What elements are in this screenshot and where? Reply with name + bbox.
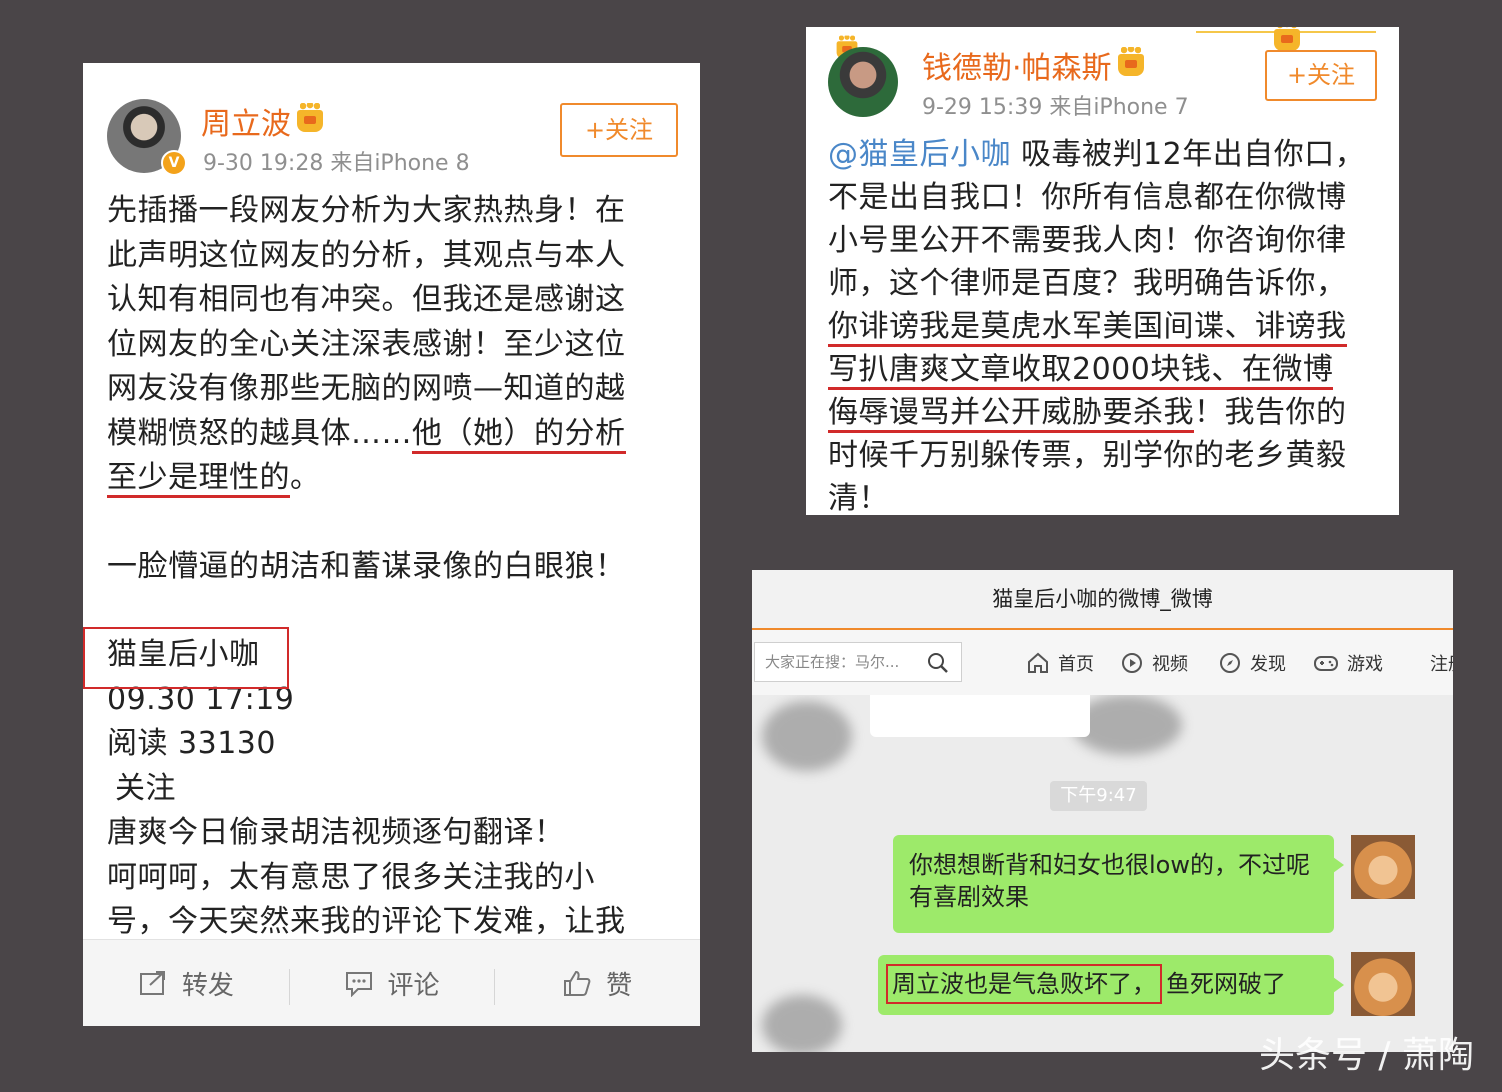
mention-link[interactable]: @猫皇后小咖 xyxy=(828,137,1011,172)
incoming-bubble xyxy=(870,695,1090,737)
body-line: 认知有相同也有冲突。但我还是感谢这 xyxy=(107,282,626,317)
author-name[interactable]: 钱德勒·帕森斯 xyxy=(922,43,1144,87)
action-bar: 转发 评论 赞 xyxy=(83,939,700,1026)
follow-button[interactable]: +关注 xyxy=(1265,50,1377,101)
body-line: 号，今天突然来我的评论下发难，让我 xyxy=(107,904,626,939)
nav-register[interactable]: 注册 xyxy=(1430,650,1453,676)
search-placeholder: 大家正在搜：马尔... xyxy=(765,653,900,671)
body-line: 位网友的全心关注深表感谢！至少这位 xyxy=(107,326,626,362)
body-line: 清！ xyxy=(828,481,889,515)
like-label: 赞 xyxy=(606,970,633,1001)
user-avatar[interactable] xyxy=(1351,952,1415,1016)
left-weibo-post: V 周立波 9-30 19:28 来自iPhone 8 +关注 先插播一段网友分… xyxy=(83,63,700,1026)
repost-icon xyxy=(139,971,165,995)
message-text: 鱼死网破了 xyxy=(1166,970,1286,998)
body-line: 先插播一段网友分析为大家热热身！在 xyxy=(107,193,626,228)
home-icon xyxy=(1028,652,1048,673)
user-avatar[interactable] xyxy=(1351,835,1415,899)
body-line: 唐爽今日偷录胡洁视频逐句翻译！ xyxy=(107,815,565,850)
window-title: 猫皇后小咖的微博_微博 xyxy=(752,570,1453,630)
author-name-text[interactable]: 钱德勒·帕森斯 xyxy=(922,51,1112,86)
blurred-avatar xyxy=(762,701,852,771)
message-text: 周立波也是气急败坏了， xyxy=(886,964,1162,1004)
video-icon xyxy=(1122,653,1142,673)
search-icon[interactable] xyxy=(927,652,949,674)
comment-icon xyxy=(345,972,372,997)
post-body: @猫皇后小咖 吸毒被判12年出自你口， 不是出自我口！你所有信息都在你微博 小号… xyxy=(828,133,1388,515)
quoted-follow[interactable]: 关注 xyxy=(107,767,687,812)
post-meta: 9-30 19:28 来自iPhone 8 xyxy=(203,151,470,176)
time-chip: 下午9:47 xyxy=(1050,781,1147,811)
nav-discover-label: 发现 xyxy=(1250,654,1286,675)
repost-button[interactable]: 转发 xyxy=(83,965,289,1002)
body-text: 吸毒被判12年出自你口， xyxy=(1011,137,1366,172)
chat-screenshot: 猫皇后小咖的微博_微博 大家正在搜：马尔... 首页 视频 发现 游戏 注册 下… xyxy=(752,570,1453,1052)
nav-games-label: 游戏 xyxy=(1347,654,1383,675)
body-line: 一脸懵逼的胡洁和蓄谋录像的白眼狼！ xyxy=(107,548,626,584)
body-line: 时候千万别躲传票，别学你的老乡黄毅 xyxy=(828,438,1347,473)
body-line: 侮辱谩骂并公开威胁要杀我！我告你的 xyxy=(828,391,1388,434)
chat-area: 下午9:47 你想想断背和妇女也很low的，不过呢有喜剧效果 周立波也是气急败坏… xyxy=(752,695,1453,1052)
quoted-reads: 阅读 33130 xyxy=(107,726,276,761)
body-line: 呵呵呵，太有意思了很多关注我的小 xyxy=(107,859,595,895)
underlined-text: 他（她）的分析 xyxy=(412,415,626,454)
crown-icon xyxy=(1117,47,1144,76)
comment-label: 评论 xyxy=(387,970,440,1001)
author-name-text[interactable]: 周立波 xyxy=(201,107,291,142)
author-name[interactable]: 周立波 xyxy=(201,99,323,143)
right-weibo-post: 钱德勒·帕森斯 9-29 15:39 来自iPhone 7 +关注 @猫皇后小咖… xyxy=(806,27,1399,515)
search-input[interactable]: 大家正在搜：马尔... xyxy=(754,642,962,682)
nav-video[interactable]: 视频 xyxy=(1120,650,1188,676)
message-text: 你想想断背和妇女也很low的，不过呢有喜剧效果 xyxy=(909,851,1310,911)
watermark: 头条号 / 萧陶 xyxy=(1258,1035,1474,1076)
message-bubble: 周立波也是气急败坏了， 鱼死网破了 xyxy=(878,955,1344,1015)
body-text: 。 xyxy=(290,460,321,495)
verified-badge: V xyxy=(161,150,187,176)
thumbs-up-icon xyxy=(564,970,591,996)
body-text: 模糊愤怒的越具体…… xyxy=(107,415,412,451)
weibo-navbar: 大家正在搜：马尔... 首页 视频 发现 游戏 注册 xyxy=(752,630,1453,695)
body-line: 写扒唐爽文章收取2000块钱、在微博 xyxy=(828,348,1388,391)
nav-home-label: 首页 xyxy=(1058,654,1094,675)
follow-button[interactable]: +关注 xyxy=(560,103,678,157)
nav-home[interactable]: 首页 xyxy=(1026,650,1094,676)
underlined-text: 至少是理性的 xyxy=(107,460,290,498)
post-meta: 9-29 15:39 来自iPhone 7 xyxy=(922,95,1189,120)
body-text: ！我告你的 xyxy=(1194,395,1347,430)
author-avatar[interactable] xyxy=(828,47,898,117)
highlight-box xyxy=(83,627,289,689)
body-line: 你诽谤我是莫虎水军美国间谍、诽谤我 xyxy=(828,305,1388,348)
body-line: 模糊愤怒的越具体……他（她）的分析 xyxy=(107,412,687,457)
body-line: 不是出自我口！你所有信息都在你微博 xyxy=(828,180,1347,215)
like-button[interactable]: 赞 xyxy=(494,965,700,1005)
body-line: @猫皇后小咖 吸毒被判12年出自你口， xyxy=(828,133,1388,176)
comment-button[interactable]: 评论 xyxy=(288,965,495,1005)
gamepad-icon xyxy=(1314,656,1338,671)
message-bubble: 你想想断背和妇女也很low的，不过呢有喜剧效果 xyxy=(893,835,1344,933)
nav-games[interactable]: 游戏 xyxy=(1313,650,1383,676)
body-line: 至少是理性的。 xyxy=(107,456,687,501)
nav-video-label: 视频 xyxy=(1152,654,1188,675)
nav-discover[interactable]: 发现 xyxy=(1218,650,1286,676)
body-line: 师，这个律师是百度？我明确告诉你， xyxy=(828,266,1347,301)
underlined-text: 侮辱谩骂并公开威胁要杀我 xyxy=(828,395,1194,433)
body-line: 小号里公开不需要我人肉！你咨询你律 xyxy=(828,223,1347,258)
body-line: 网友没有像那些无脑的网喷—知道的越 xyxy=(107,371,626,406)
body-line: 此声明这位网友的分析，其观点与本人 xyxy=(107,237,626,273)
crown-icon xyxy=(297,103,323,132)
nav-register-label: 注册 xyxy=(1430,654,1453,675)
crown-icon xyxy=(1274,27,1300,51)
compass-icon xyxy=(1220,653,1240,673)
post-body: 先插播一段网友分析为大家热热身！在 此声明这位网友的分析，其观点与本人 认知有相… xyxy=(107,189,687,945)
repost-label: 转发 xyxy=(181,970,234,1001)
blurred-avatar xyxy=(762,995,842,1052)
underlined-text: 你诽谤我是莫虎水军美国间谍、诽谤我 xyxy=(828,309,1347,347)
underlined-text: 写扒唐爽文章收取2000块钱、在微博 xyxy=(828,352,1334,390)
